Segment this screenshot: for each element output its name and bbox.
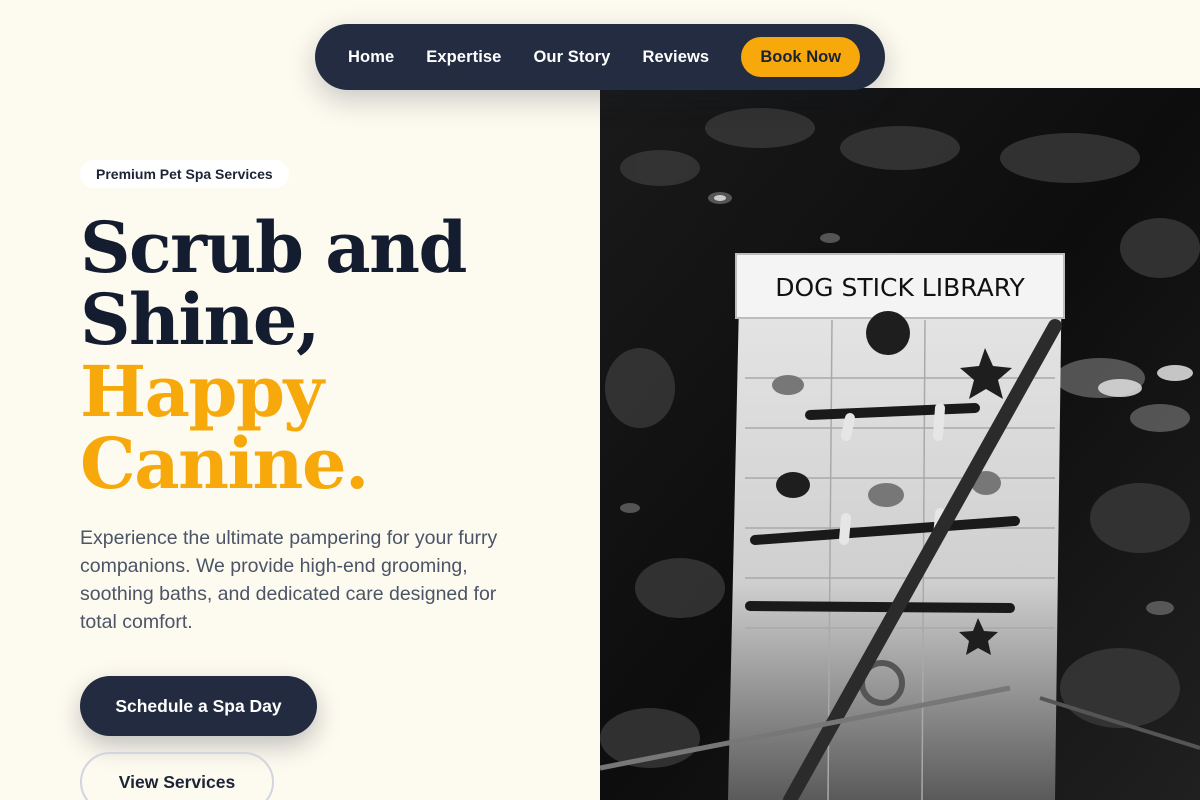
- hero-photo: DOG STICK LIBRARY: [600, 88, 1200, 800]
- hero-badge: Premium Pet Spa Services: [80, 160, 289, 188]
- nav-link-our-story[interactable]: Our Story: [533, 48, 610, 67]
- headline-line-2: Shine,: [80, 278, 320, 361]
- nav-link-home[interactable]: Home: [348, 48, 394, 67]
- hero-headline: Scrub and Shine, Happy Canine.: [80, 212, 580, 500]
- headline-accent-line-1: Happy: [80, 350, 324, 433]
- hero-description: Experience the ultimate pampering for yo…: [80, 527, 498, 633]
- sign-text: DOG STICK LIBRARY: [775, 273, 1025, 302]
- nav-link-expertise[interactable]: Expertise: [426, 48, 501, 67]
- book-now-button[interactable]: Book Now: [741, 37, 861, 77]
- top-navigation: Home Expertise Our Story Reviews Book No…: [315, 24, 885, 90]
- headline-line-1: Scrub and: [80, 206, 467, 289]
- nav-link-reviews[interactable]: Reviews: [642, 48, 709, 67]
- dog-stick-library-image: DOG STICK LIBRARY: [600, 88, 1200, 800]
- schedule-spa-day-button[interactable]: Schedule a Spa Day: [80, 676, 317, 736]
- headline-accent-line-2: Canine.: [80, 422, 369, 505]
- view-services-button[interactable]: View Services: [80, 752, 274, 800]
